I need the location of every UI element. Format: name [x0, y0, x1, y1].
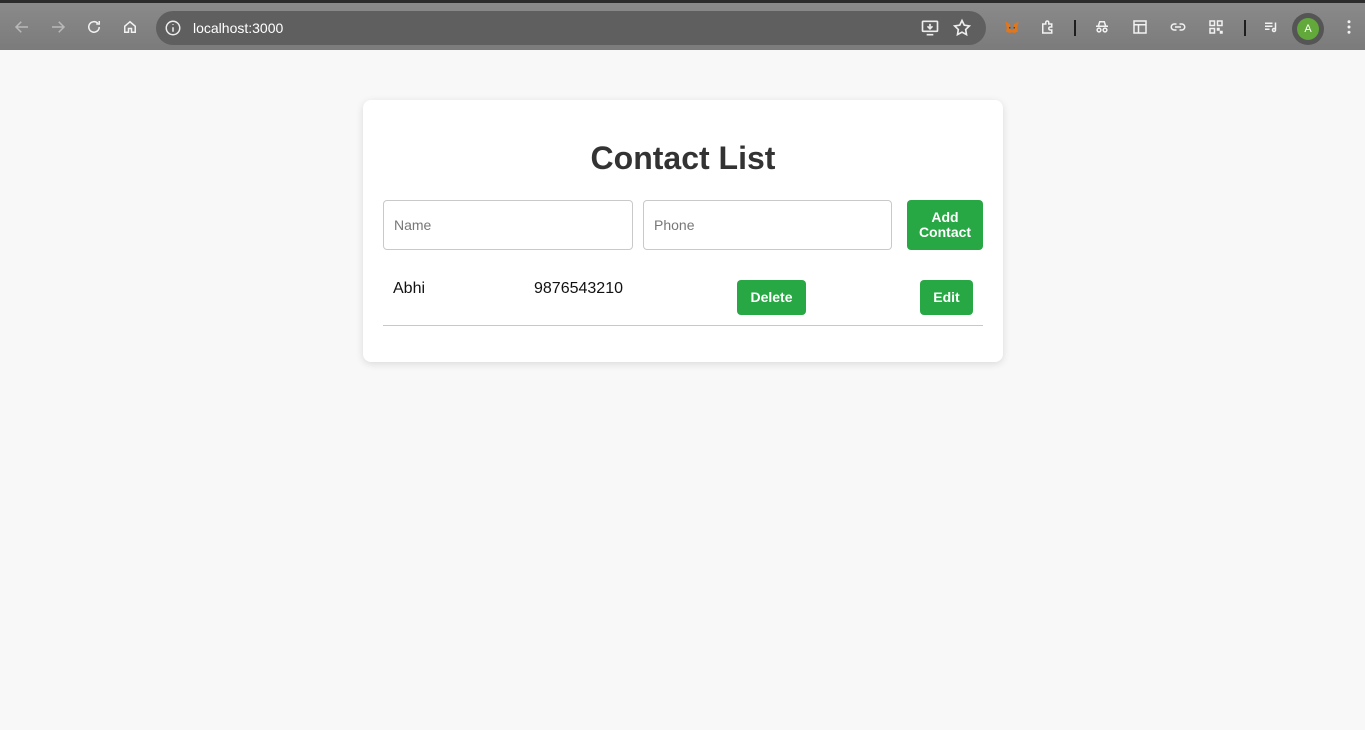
name-input[interactable] [383, 200, 633, 250]
link-extension-icon[interactable] [1164, 13, 1192, 41]
media-controls-icon[interactable] [1257, 13, 1285, 41]
edit-button[interactable]: Edit [920, 280, 973, 315]
address-bar[interactable]: localhost:3000 [156, 11, 986, 45]
forward-icon[interactable] [44, 13, 72, 41]
add-contact-button[interactable]: Add Contact [907, 200, 983, 250]
toolbar-separator [1074, 20, 1076, 36]
reload-icon[interactable] [80, 13, 108, 41]
install-app-icon[interactable] [920, 18, 940, 38]
menu-kebab-icon[interactable] [1335, 13, 1363, 41]
page-title: Contact List [590, 140, 776, 176]
contact-phone: 9876543210 [534, 280, 623, 297]
extensions-puzzle-icon[interactable] [1034, 13, 1062, 41]
incognito-extension-icon[interactable] [1088, 13, 1116, 41]
address-url[interactable]: localhost:3000 [193, 20, 283, 36]
profile-initial: A [1297, 18, 1319, 40]
delete-button[interactable]: Delete [737, 280, 806, 315]
site-info-icon[interactable] [164, 19, 182, 37]
layout-extension-icon[interactable] [1126, 13, 1154, 41]
bookmark-star-icon[interactable] [952, 18, 972, 38]
profile-avatar[interactable]: A [1292, 13, 1324, 45]
row-divider [383, 325, 983, 326]
metamask-extension-icon[interactable] [998, 13, 1026, 41]
back-icon[interactable] [8, 13, 36, 41]
contact-card: Contact List Add Contact Abhi 9876543210… [363, 100, 1003, 362]
contact-name: Abhi [393, 280, 426, 297]
browser-toolbar: localhost:3000 A [0, 0, 1365, 50]
toolbar-separator [1244, 20, 1246, 36]
qr-extension-icon[interactable] [1202, 13, 1230, 41]
home-icon[interactable] [116, 13, 144, 41]
phone-input[interactable] [643, 200, 892, 250]
